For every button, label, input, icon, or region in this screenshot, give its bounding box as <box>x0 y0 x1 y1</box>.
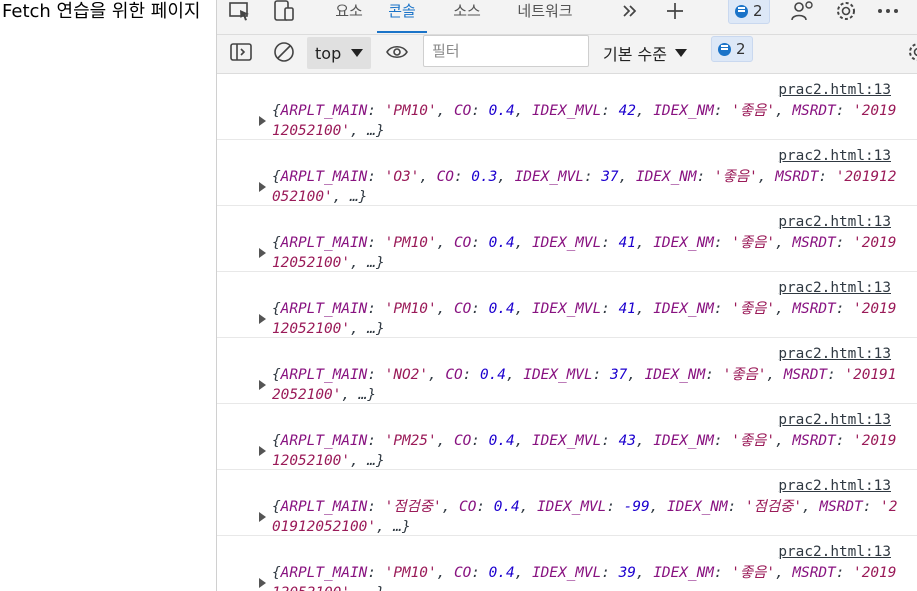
issues-badge[interactable]: 2 <box>728 0 770 24</box>
sidebar-toggle-icon[interactable] <box>229 41 253 63</box>
context-select[interactable]: top <box>307 37 371 69</box>
logged-object[interactable]: {ARPLT_MAIN: 'PM10', CO: 0.4, IDEX_MVL: … <box>272 233 902 273</box>
tab-label: 콘솔 <box>388 2 416 20</box>
customize-icon[interactable] <box>791 0 815 22</box>
expand-arrow-icon[interactable] <box>259 380 266 390</box>
source-link[interactable]: prac2.html:13 <box>778 148 891 164</box>
tab-label: 네트워크 <box>517 2 573 20</box>
console-message: prac2.html:13 {ARPLT_MAIN: 'O3', CO: 0.3,… <box>217 140 917 206</box>
tab-label: 소스 <box>453 2 481 20</box>
page-title: Fetch 연습을 위한 페이지 <box>2 1 201 22</box>
console-toolbar: top 기본 수준 2 <box>217 35 917 74</box>
expand-arrow-icon[interactable] <box>259 248 266 258</box>
logged-object[interactable]: {ARPLT_MAIN: 'PM25', CO: 0.4, IDEX_MVL: … <box>272 431 902 471</box>
settings-icon[interactable] <box>835 0 857 22</box>
source-link[interactable]: prac2.html:13 <box>778 478 891 494</box>
add-tab-icon[interactable] <box>665 0 685 22</box>
console-message: prac2.html:13 {ARPLT_MAIN: 'PM10', CO: 0.… <box>217 536 917 591</box>
expand-arrow-icon[interactable] <box>259 314 266 324</box>
source-link[interactable]: prac2.html:13 <box>778 544 891 560</box>
message-count-badge[interactable]: 2 <box>711 36 753 62</box>
chevron-down-icon <box>674 49 687 57</box>
console-log: prac2.html:13 {ARPLT_MAIN: 'PM10', CO: 0.… <box>217 74 917 591</box>
tab-elements[interactable]: 요소 <box>325 0 373 33</box>
context-value: top <box>315 43 342 63</box>
expand-arrow-icon[interactable] <box>259 578 266 588</box>
device-icon[interactable] <box>273 0 297 22</box>
message-icon <box>718 42 731 56</box>
tab-sources[interactable]: 소스 <box>443 0 491 33</box>
logged-object[interactable]: {ARPLT_MAIN: 'O3', CO: 0.3, IDEX_MVL: 37… <box>272 167 902 207</box>
console-message: prac2.html:13 {ARPLT_MAIN: 'PM25', CO: 0.… <box>217 404 917 470</box>
message-count: 2 <box>736 40 746 58</box>
console-message: prac2.html:13 {ARPLT_MAIN: 'NO2', CO: 0.4… <box>217 338 917 404</box>
issues-count: 2 <box>753 2 763 20</box>
log-level-value: 기본 수준 <box>603 45 667 64</box>
gear-icon[interactable] <box>907 41 917 63</box>
logged-object[interactable]: {ARPLT_MAIN: 'PM10', CO: 0.4, IDEX_MVL: … <box>272 563 902 591</box>
logged-object[interactable]: {ARPLT_MAIN: 'PM10', CO: 0.4, IDEX_MVL: … <box>272 101 902 141</box>
message-icon <box>735 4 748 18</box>
chevron-down-icon <box>351 49 363 57</box>
tab-network[interactable]: 네트워크 <box>507 0 583 33</box>
console-message: prac2.html:13 {ARPLT_MAIN: '점검중', CO: 0.4… <box>217 470 917 536</box>
filter-input[interactable] <box>423 35 589 67</box>
console-message: prac2.html:13 {ARPLT_MAIN: 'PM10', CO: 0.… <box>217 74 917 140</box>
logged-object[interactable]: {ARPLT_MAIN: 'PM10', CO: 0.4, IDEX_MVL: … <box>272 299 902 339</box>
source-link[interactable]: prac2.html:13 <box>778 214 891 230</box>
expand-arrow-icon[interactable] <box>259 182 266 192</box>
expand-arrow-icon[interactable] <box>259 512 266 522</box>
tab-console[interactable]: 콘솔 <box>377 0 427 33</box>
live-expression-icon[interactable] <box>385 41 409 63</box>
console-message: prac2.html:13 {ARPLT_MAIN: 'PM10', CO: 0.… <box>217 206 917 272</box>
log-level-select[interactable]: 기본 수준 <box>603 37 687 69</box>
source-link[interactable]: prac2.html:13 <box>778 346 891 362</box>
clear-console-icon[interactable] <box>273 41 295 63</box>
source-link[interactable]: prac2.html:13 <box>778 280 891 296</box>
more-tabs-icon[interactable] <box>621 0 639 22</box>
devtools-panel: 요소 콘솔 소스 네트워크 2 top 필터 기본 수준 2 prac2.htm… <box>216 0 917 591</box>
expand-arrow-icon[interactable] <box>259 116 266 126</box>
expand-arrow-icon[interactable] <box>259 446 266 456</box>
source-link[interactable]: prac2.html:13 <box>778 82 891 98</box>
source-link[interactable]: prac2.html:13 <box>778 412 891 428</box>
more-options-icon[interactable] <box>877 0 899 22</box>
logged-object[interactable]: {ARPLT_MAIN: '점검중', CO: 0.4, IDEX_MVL: -… <box>272 497 902 537</box>
logged-object[interactable]: {ARPLT_MAIN: 'NO2', CO: 0.4, IDEX_MVL: 3… <box>272 365 902 405</box>
inspect-icon[interactable] <box>229 0 251 22</box>
devtools-tabbar: 요소 콘솔 소스 네트워크 2 <box>217 0 917 35</box>
tab-label: 요소 <box>335 2 363 20</box>
console-message: prac2.html:13 {ARPLT_MAIN: 'PM10', CO: 0.… <box>217 272 917 338</box>
